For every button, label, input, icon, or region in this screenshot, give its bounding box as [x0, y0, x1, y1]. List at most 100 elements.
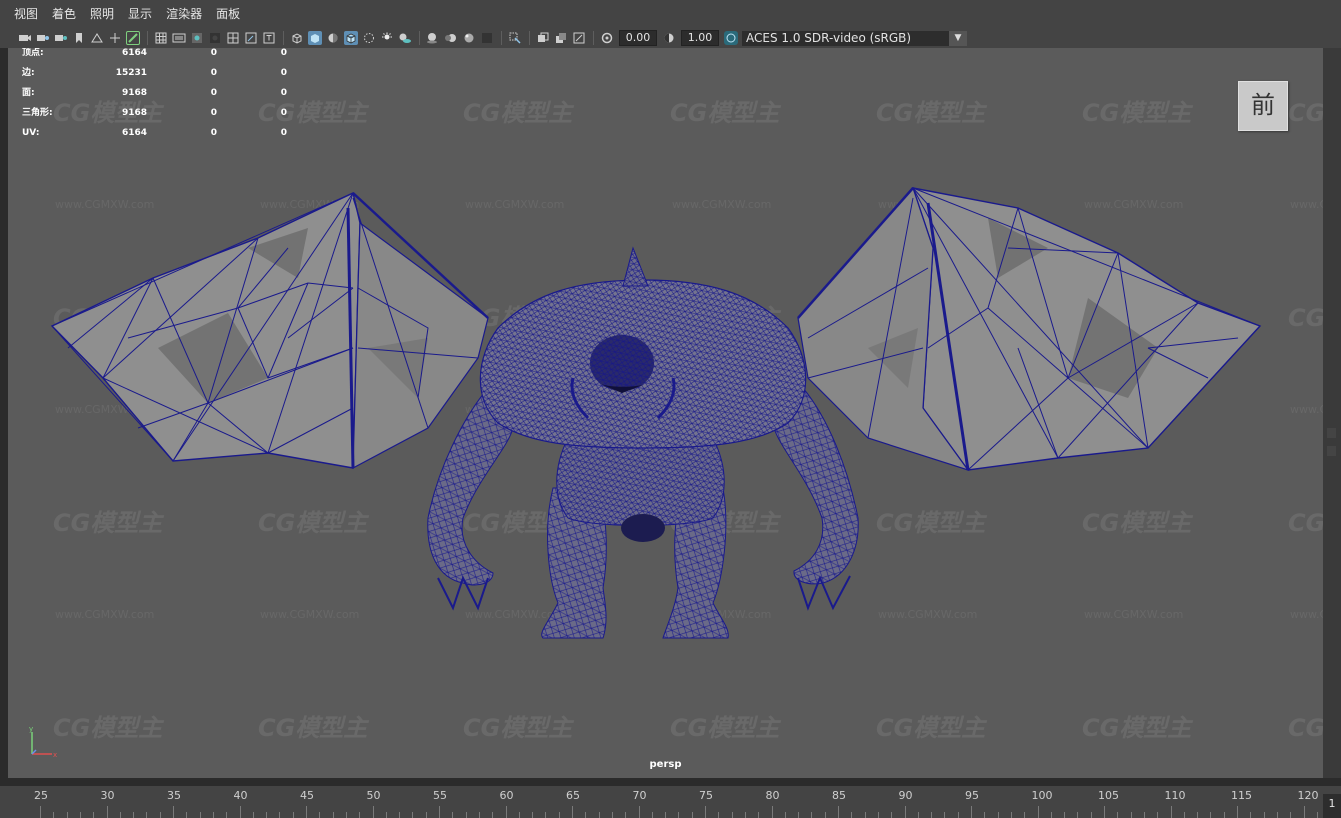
menu-show[interactable]: 显示 — [121, 0, 159, 28]
timeline-tick — [1010, 812, 1012, 818]
viewport-menubar: 视图 着色 照明 显示 渲染器 面板 — [0, 0, 1341, 28]
timeline-tick — [465, 812, 467, 818]
default-material-icon[interactable] — [326, 31, 340, 45]
screen-space-ao-icon[interactable] — [426, 31, 440, 45]
timeline-tick — [452, 812, 454, 818]
toolbar-separator — [501, 31, 502, 45]
field-chart-icon[interactable] — [226, 31, 240, 45]
smooth-shade-icon[interactable] — [308, 31, 322, 45]
xray-icon[interactable] — [536, 31, 550, 45]
timeline-tick — [598, 812, 600, 818]
motion-blur-icon[interactable] — [444, 31, 458, 45]
gamma-field[interactable]: 1.00 — [681, 30, 719, 46]
isolate-select-icon[interactable] — [508, 31, 522, 45]
exposure-icon[interactable] — [600, 31, 614, 45]
time-slider[interactable]: 1 25 30 35 40 45 50 55 60 65 70 75 80 85 90 95 100 105 11… — [0, 786, 1341, 818]
xray-active-icon[interactable] — [554, 31, 568, 45]
exposure-field[interactable]: 0.00 — [619, 30, 657, 46]
creature-body[interactable] — [427, 246, 859, 639]
hud-value: 9168 — [121, 88, 147, 98]
view-cube[interactable]: 前 — [1238, 81, 1288, 131]
timeline-tick — [838, 806, 839, 818]
menu-shading[interactable]: 着色 — [45, 0, 83, 28]
scroll-handle[interactable] — [1327, 446, 1336, 456]
timeline-tick — [279, 812, 281, 818]
timeline-tick — [1050, 812, 1052, 818]
timeline-tick — [1223, 812, 1225, 818]
timeline-tick-label: 110 — [1164, 789, 1186, 802]
timeline-tick — [292, 812, 294, 818]
timeline-tick — [851, 812, 853, 818]
gamma-icon[interactable] — [662, 31, 676, 45]
hud-value: 0 — [280, 108, 287, 118]
hud-value: 0 — [210, 88, 217, 98]
wireframe-model[interactable] — [8, 48, 1323, 778]
camera-lock-icon[interactable] — [54, 31, 68, 45]
multisample-aa-icon[interactable] — [462, 31, 476, 45]
grease-pencil-icon[interactable] — [126, 31, 140, 45]
camera-select-icon[interactable] — [18, 31, 32, 45]
hud-label: 三角形: — [22, 108, 53, 118]
hud-value: 0 — [210, 68, 217, 78]
wireframe-on-shaded-icon[interactable] — [344, 31, 358, 45]
timeline-tick-label: 60 — [499, 789, 514, 802]
timeline-tick — [678, 812, 680, 818]
camera-attributes-icon[interactable] — [36, 31, 50, 45]
left-wing[interactable] — [50, 191, 489, 470]
image-plane-icon[interactable] — [90, 31, 104, 45]
timeline-tick — [984, 812, 986, 818]
timeline-tick — [359, 812, 361, 818]
timeline-tick — [319, 812, 321, 818]
timeline-tick — [119, 812, 121, 818]
timeline-tick — [758, 812, 760, 818]
film-gate-icon[interactable] — [172, 31, 186, 45]
view-transform-select[interactable]: ACES 1.0 SDR-video (sRGB) ▼ — [742, 30, 967, 46]
timeline-tick-label: 75 — [699, 789, 713, 802]
timeline-tick-label: 85 — [832, 789, 846, 802]
color-management-icon[interactable] — [724, 31, 738, 45]
timeline-tick — [917, 812, 919, 818]
timeline-tick-label: 30 — [100, 789, 115, 802]
timeline-tick — [1197, 812, 1199, 818]
gate-mask-icon[interactable] — [208, 31, 222, 45]
timeline-tick — [1157, 812, 1159, 818]
grid-icon[interactable] — [154, 31, 168, 45]
timeline-tick-label: 35 — [167, 789, 181, 802]
safe-title-icon[interactable] — [262, 31, 276, 45]
current-frame-field[interactable]: 1 — [1323, 794, 1341, 818]
hud-value: 6164 — [121, 48, 147, 58]
menu-view[interactable]: 视图 — [0, 0, 45, 28]
timeline-tick — [79, 812, 81, 818]
timeline-tick — [572, 806, 573, 818]
2d-pan-zoom-icon[interactable] — [108, 31, 122, 45]
menu-panels[interactable]: 面板 — [209, 0, 247, 28]
timeline-tick-label: 80 — [765, 789, 780, 802]
menu-renderer[interactable]: 渲染器 — [159, 0, 209, 28]
timeline-tick — [784, 812, 786, 818]
use-all-lights-icon[interactable] — [380, 31, 394, 45]
timeline-tick — [798, 812, 800, 818]
wireframe-icon[interactable] — [290, 31, 304, 45]
shadows-icon[interactable] — [398, 31, 412, 45]
3d-viewport[interactable]: CG模型主CG模型主CG模型主CG模型主CG模型主CG模型主CG模型主CG模型主… — [8, 48, 1323, 778]
timeline-tick — [705, 806, 706, 818]
scroll-handle[interactable] — [1327, 428, 1336, 438]
resolution-gate-icon[interactable] — [190, 31, 204, 45]
timeline-tick — [133, 812, 135, 818]
depth-of-field-icon[interactable] — [480, 31, 494, 45]
bookmark-icon[interactable] — [72, 31, 86, 45]
menu-lighting[interactable]: 照明 — [83, 0, 121, 28]
safe-action-icon[interactable] — [244, 31, 258, 45]
timeline-tick-label: 55 — [433, 789, 447, 802]
xray-joints-icon[interactable] — [572, 31, 586, 45]
timeline-tick — [186, 812, 188, 818]
timeline-tick — [399, 812, 401, 818]
timeline-tick — [545, 812, 547, 818]
timeline-tick — [771, 806, 773, 818]
axis-x-label: x — [53, 751, 57, 759]
chevron-down-icon[interactable]: ▼ — [949, 30, 967, 46]
textured-icon[interactable] — [362, 31, 376, 45]
hud-label: UV: — [22, 128, 40, 138]
right-wing[interactable] — [797, 186, 1262, 472]
timeline-tick — [1170, 806, 1172, 818]
